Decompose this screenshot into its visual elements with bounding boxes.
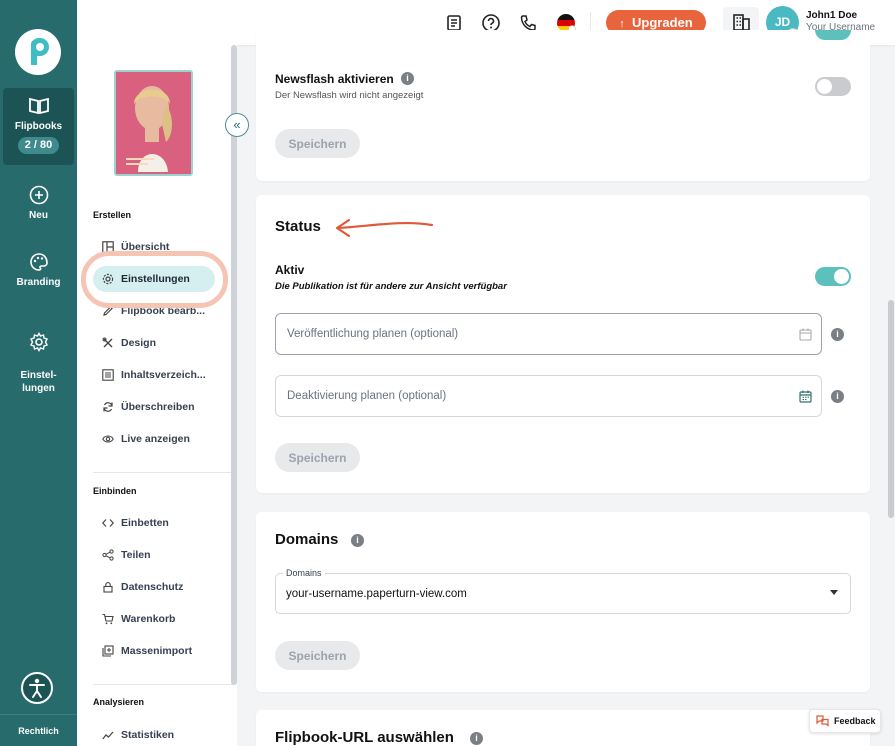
- highlight-ring-annotation: [81, 251, 228, 308]
- domains-card: Domains i Domains your-username.papertur…: [256, 512, 870, 692]
- list-icon: [102, 369, 114, 381]
- section-title-analysieren: Analysieren: [93, 697, 145, 707]
- newsflash-card: Newsflash aktivieren i Der Newsflash wir…: [256, 30, 870, 181]
- previous-toggle[interactable]: [815, 30, 851, 40]
- refresh-icon: [103, 402, 113, 412]
- secondary-nav: Erstellen Übersicht Einstellungen Flipbo…: [77, 45, 237, 746]
- rail-item-label: Neu: [29, 210, 48, 221]
- nav-item-massenimport[interactable]: Massenimport: [93, 638, 233, 664]
- left-rail: Flipbooks 2 / 80 Neu Branding Einstel- l…: [0, 0, 77, 746]
- code-icon: [102, 519, 114, 527]
- book-open-icon: [28, 97, 49, 115]
- share-icon: [102, 549, 114, 561]
- status-save-button[interactable]: Speichern: [275, 443, 360, 472]
- eye-icon: [102, 435, 114, 443]
- nav-item-datenschutz[interactable]: Datenschutz: [93, 574, 233, 600]
- import-icon: [102, 645, 114, 657]
- rail-item-label: Einstel- lungen: [20, 370, 57, 394]
- aktiv-label: Aktiv: [275, 263, 305, 277]
- nav-item-inhaltsverzeichnis[interactable]: Inhaltsverzeich...: [93, 362, 233, 388]
- rail-item-neu[interactable]: Neu: [0, 185, 77, 222]
- rail-item-branding[interactable]: Branding: [0, 252, 77, 289]
- nav-item-label: Inhaltsverzeich...: [121, 369, 206, 381]
- nav-item-label: Live anzeigen: [121, 433, 190, 445]
- rail-item-label: Flipbooks: [14, 121, 63, 132]
- flipbook-thumbnail[interactable]: [114, 70, 193, 176]
- nav-item-label: Teilen: [121, 549, 151, 561]
- flipbook-count-badge: 2 / 80: [17, 137, 60, 154]
- accessibility-icon: [29, 678, 45, 698]
- secondary-nav-scrollbar[interactable]: [231, 45, 237, 685]
- lock-icon: [103, 582, 113, 593]
- flipbook-url-card: Flipbook-URL auswählen i: [256, 710, 870, 746]
- flipbook-url-title: Flipbook-URL auswählen: [275, 729, 454, 746]
- domains-title: Domains: [275, 531, 339, 548]
- newsflash-save-button[interactable]: Speichern: [275, 129, 360, 158]
- domains-select-value: your-username.paperturn-view.com: [286, 588, 467, 600]
- nav-item-design[interactable]: Design: [93, 330, 233, 356]
- rail-item-einstellungen[interactable]: Einstel- lungen: [0, 319, 77, 395]
- cover-image: [116, 72, 191, 174]
- nav-item-label: Warenkorb: [121, 613, 176, 625]
- cart-icon: [102, 613, 114, 625]
- info-icon[interactable]: i: [351, 534, 364, 547]
- feedback-label: Feedback: [834, 716, 876, 726]
- newsflash-sub: Der Newsflash wird nicht angezeigt: [275, 90, 424, 101]
- paperturn-logo[interactable]: [15, 29, 61, 75]
- nav-item-label: Datenschutz: [121, 581, 184, 593]
- user-name: John1 Doe: [806, 10, 858, 21]
- chart-line-icon: [102, 731, 114, 740]
- nav-divider: [93, 472, 233, 473]
- nav-divider: [93, 684, 233, 685]
- calendar-icon[interactable]: [799, 328, 812, 341]
- nav-item-label: Massenimport: [121, 645, 193, 657]
- section-title-einbinden: Einbinden: [93, 486, 137, 496]
- domains-select-label: Domains: [283, 568, 325, 578]
- nav-item-ueberschreiben[interactable]: Überschreiben: [93, 394, 233, 420]
- gear-icon: [29, 332, 48, 352]
- nav-item-label: Design: [121, 337, 157, 349]
- arrow-up-icon: ↑: [619, 18, 625, 30]
- plus-circle-icon: [29, 185, 48, 205]
- tools-icon: [102, 337, 113, 348]
- chevron-down-icon[interactable]: [830, 590, 838, 595]
- deactivate-date-input[interactable]: [275, 375, 822, 417]
- newsflash-toggle[interactable]: [815, 77, 851, 96]
- aktiv-sub: Die Publikation ist für andere zur Ansic…: [275, 281, 507, 292]
- aktiv-toggle[interactable]: [815, 267, 851, 286]
- rail-item-label: Branding: [16, 277, 61, 288]
- info-icon[interactable]: i: [401, 72, 414, 85]
- nav-item-label: Überschreiben: [121, 401, 195, 413]
- feedback-button[interactable]: Feedback: [809, 709, 881, 733]
- rail-divider: [0, 714, 77, 715]
- calendar-icon[interactable]: [799, 390, 812, 403]
- nav-item-einbetten[interactable]: Einbetten: [93, 510, 233, 536]
- nav-item-teilen[interactable]: Teilen: [93, 542, 233, 568]
- domains-save-button[interactable]: Speichern: [275, 641, 360, 670]
- info-icon[interactable]: i: [470, 732, 483, 745]
- nav-item-label: Statistiken: [121, 729, 175, 741]
- collapse-sidebar-button[interactable]: «: [225, 113, 249, 137]
- rail-item-flipbooks[interactable]: Flipbooks 2 / 80: [3, 88, 74, 165]
- toggle-knob: [834, 269, 849, 284]
- publish-date-input[interactable]: [275, 313, 822, 355]
- nav-item-warenkorb[interactable]: Warenkorb: [93, 606, 233, 632]
- double-chevron-left-icon: «: [233, 117, 241, 132]
- upgrade-label: Upgraden: [632, 15, 693, 30]
- nav-item-live-anzeigen[interactable]: Live anzeigen: [93, 426, 233, 452]
- info-icon[interactable]: i: [831, 390, 844, 403]
- palette-icon: [29, 253, 48, 271]
- newsflash-label: Newsflash aktivieren: [275, 72, 394, 86]
- main-scrollbar[interactable]: [888, 300, 894, 518]
- accessibility-button[interactable]: [21, 672, 53, 704]
- section-title-erstellen: Erstellen: [93, 210, 132, 220]
- feedback-icon: [816, 715, 829, 727]
- nav-item-statistiken[interactable]: Statistiken: [93, 722, 233, 746]
- info-icon[interactable]: i: [831, 328, 844, 341]
- toggle-knob: [817, 79, 832, 94]
- legal-link[interactable]: Rechtlich: [0, 726, 77, 736]
- nav-item-label: Einbetten: [121, 517, 169, 529]
- status-title: Status: [275, 218, 321, 235]
- arrow-annotation: [335, 218, 434, 238]
